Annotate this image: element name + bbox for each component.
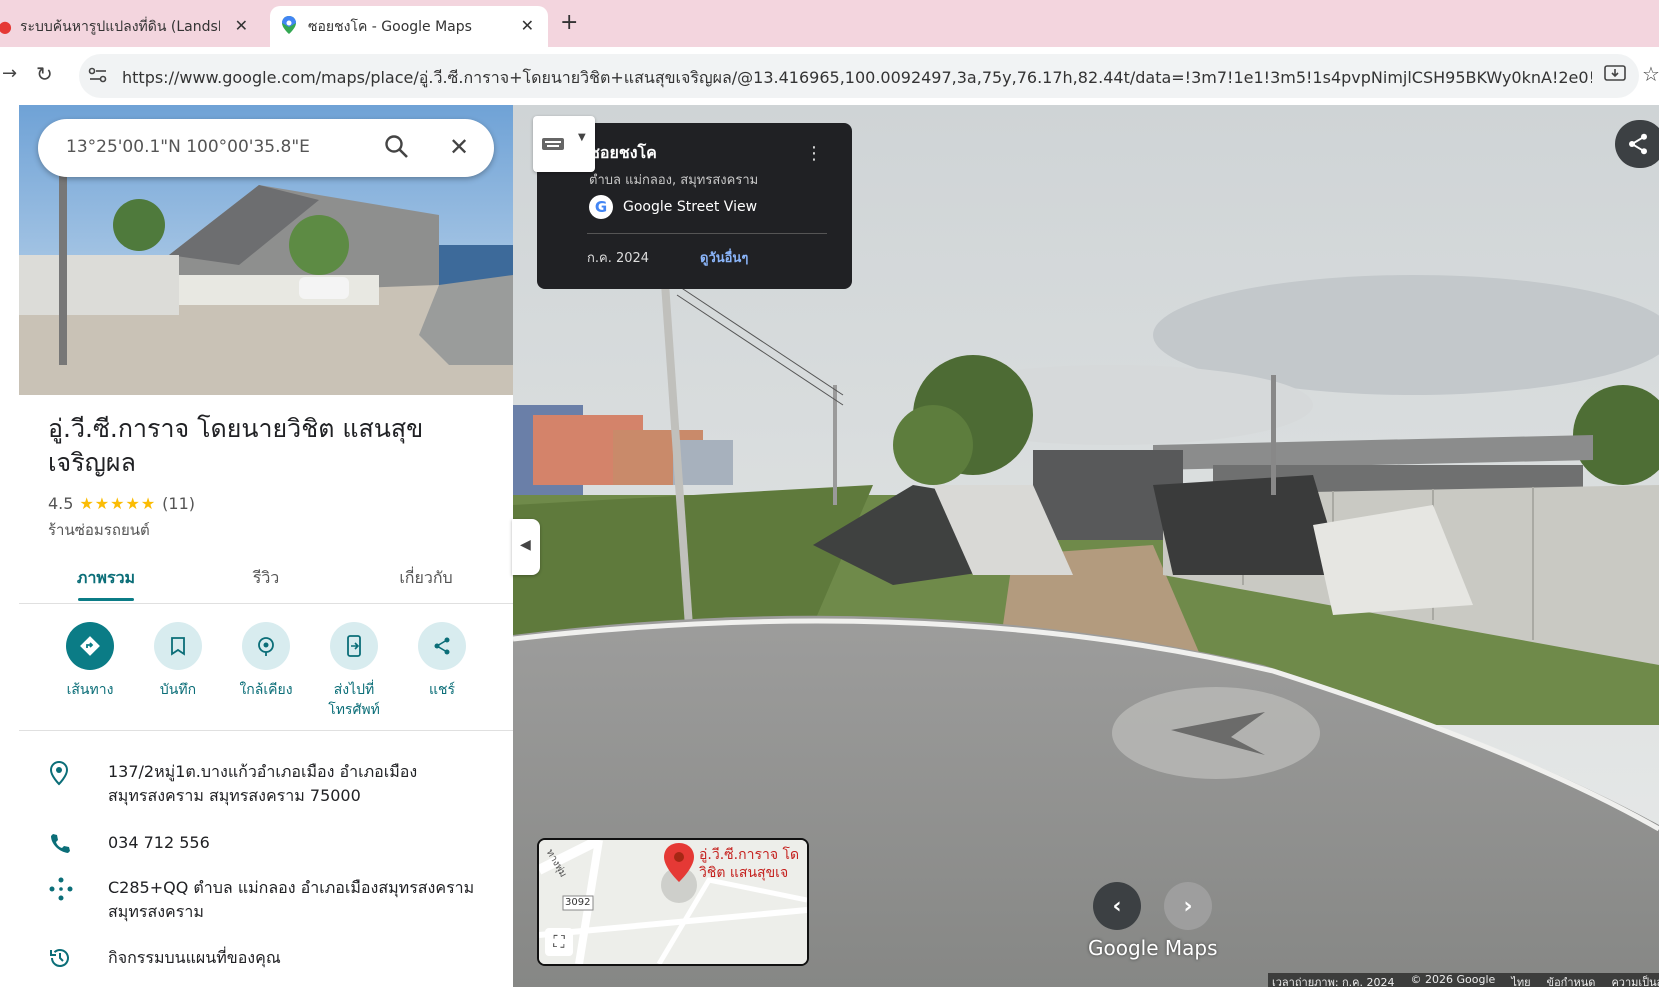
- share-icon: [418, 622, 466, 670]
- close-tab-icon[interactable]: ✕: [521, 16, 534, 35]
- activity-row[interactable]: กิจกรรมบนแผนที่ของคุณ: [48, 946, 488, 974]
- activity-text: กิจกรรมบนแผนที่ของคุณ: [108, 948, 281, 967]
- send-to-phone-button[interactable]: ส่งไปที่ โทรศัพท์: [314, 622, 394, 720]
- action-label: บันทึก: [159, 682, 197, 698]
- google-maps-icon: [282, 15, 296, 38]
- action-label: เส้นทาง: [66, 682, 114, 698]
- chevron-left-icon: ‹: [1112, 893, 1122, 919]
- keyboard-shortcuts-button[interactable]: ▼: [533, 116, 595, 172]
- tab-title: ซอยชงโค - Google Maps: [308, 18, 472, 35]
- tab-google-maps[interactable]: ซอยชงโค - Google Maps ✕: [270, 6, 548, 47]
- chevron-left-icon: ◀: [520, 537, 531, 553]
- divider: [19, 730, 513, 731]
- place-category[interactable]: ร้านซ่อมรถยนต์: [48, 518, 150, 542]
- tab-overview[interactable]: ภาพรวม: [60, 566, 152, 591]
- share-button[interactable]: แชร์: [402, 622, 482, 700]
- address-row[interactable]: 137/2หมู่1ต.บางแก้วอำเภอเมือง อำเภอเมือง…: [48, 760, 488, 808]
- chevron-down-icon[interactable]: ▼: [578, 132, 586, 143]
- plus-code-row[interactable]: C285+QQ ตำบล แม่กลอง อำเภอเมืองสมุทรสงคร…: [48, 876, 488, 924]
- reload-icon[interactable]: ↻: [36, 62, 53, 86]
- see-other-dates-link[interactable]: ดูวันอื่นๆ: [700, 247, 748, 268]
- site-info-icon[interactable]: [88, 66, 108, 88]
- card-source: Google Street View: [623, 199, 758, 215]
- bookmark-star-icon[interactable]: ☆: [1642, 62, 1659, 86]
- active-tab-indicator: [78, 598, 134, 601]
- place-title: อู่.วี.ซี.การาจ โดยนายวิชิต แสนสุข เจริญ…: [48, 414, 424, 477]
- location-pin-icon: [48, 760, 108, 808]
- plus-code-text: C285+QQ ตำบล แม่กลอง อำเภอเมืองสมุทรสงคร…: [108, 878, 475, 921]
- phone-icon: [48, 831, 108, 859]
- bookmark-icon: [154, 622, 202, 670]
- rating-value: 4.5: [48, 494, 74, 513]
- tab-reviews[interactable]: รีวิว: [220, 566, 312, 591]
- google-logo-icon: G: [589, 195, 613, 219]
- nearby-icon: [242, 622, 290, 670]
- share-icon: [1629, 133, 1647, 155]
- action-label: แชร์: [428, 682, 456, 698]
- next-button[interactable]: ›: [1164, 882, 1212, 930]
- save-button[interactable]: บันทึก: [138, 622, 218, 700]
- new-tab-icon[interactable]: +: [560, 10, 578, 35]
- card-date: ก.ค. 2024: [587, 251, 650, 266]
- divider: [587, 233, 827, 234]
- language-link[interactable]: ไทย: [1511, 973, 1530, 987]
- directions-icon: [66, 622, 114, 670]
- expand-icon[interactable]: ⛶: [545, 928, 573, 956]
- minimap-place-label: อู่.วี.ซี.การาจ โด วิชิต แสนสุขเจ: [699, 846, 799, 882]
- close-icon[interactable]: ✕: [449, 133, 469, 161]
- share-button-floating[interactable]: [1615, 120, 1659, 168]
- history-icon: [48, 946, 108, 974]
- keyboard-icon: [542, 138, 564, 150]
- browser-tab-bar: ● ระบบค้นหารูปแปลงที่ดิน (LandsMap ✕ ซอย…: [0, 0, 1659, 47]
- capture-date: เวลาถ่ายภาพ: ก.ค. 2024: [1272, 976, 1395, 987]
- address-text: 137/2หมู่1ต.บางแก้วอำเภอเมือง อำเภอเมือง…: [108, 762, 418, 805]
- review-count[interactable]: (11): [162, 494, 195, 513]
- send-to-phone-icon: [330, 622, 378, 670]
- more-options-icon[interactable]: ⋮: [805, 143, 823, 164]
- road-number: 3092: [565, 897, 591, 908]
- tab-about[interactable]: เกี่ยวกับ: [380, 566, 472, 591]
- previous-button[interactable]: ‹: [1093, 882, 1141, 930]
- map-pin-icon: ●: [0, 17, 12, 36]
- privacy-link[interactable]: ความเป็นส่วนตัว: [1611, 973, 1659, 987]
- action-label: ใกล้เคียง: [239, 682, 293, 698]
- terms-link[interactable]: ข้อกำหนด: [1547, 973, 1596, 987]
- mini-map[interactable]: อู่.วี.ซี.การาจ โด วิชิต แสนสุขเจ 3092 ท…: [537, 838, 809, 966]
- left-edge-rail: [0, 105, 20, 987]
- attribution-footer: เวลาถ่ายภาพ: ก.ค. 2024 © 2026 Google ไทย…: [1268, 973, 1659, 987]
- forward-icon[interactable]: →: [2, 63, 17, 84]
- copyright: © 2026 Google: [1410, 973, 1496, 986]
- collapse-panel-button[interactable]: ◀: [512, 519, 540, 575]
- google-maps-logo: Google Maps: [1088, 936, 1218, 960]
- install-app-icon[interactable]: [1604, 64, 1626, 88]
- rating-row[interactable]: 4.5 ★★★★★ (11): [48, 494, 195, 513]
- phone-text: 034 712 556: [108, 833, 210, 852]
- action-label: ส่งไปที่ โทรศัพท์: [328, 682, 380, 718]
- close-tab-icon[interactable]: ✕: [235, 16, 248, 35]
- minimap-label-line: อู่.วี.ซี.การาจ โด: [699, 847, 800, 863]
- search-input[interactable]: 13°25'00.1"N 100°00'35.8"E: [66, 137, 310, 157]
- card-title: ซอยชงโค: [589, 143, 657, 162]
- nearby-button[interactable]: ใกล้เคียง: [226, 622, 306, 700]
- phone-row[interactable]: 034 712 556: [48, 831, 488, 859]
- divider: [19, 603, 513, 604]
- plus-code-icon: [48, 876, 108, 924]
- minimap-label-line: วิชิต แสนสุขเจ: [699, 865, 789, 881]
- search-icon[interactable]: [384, 134, 410, 164]
- chevron-right-icon: ›: [1183, 893, 1193, 919]
- tab-landsmap[interactable]: ● ระบบค้นหารูปแปลงที่ดิน (LandsMap ✕: [0, 6, 262, 47]
- star-rating-icon: ★★★★★: [79, 494, 157, 513]
- url-text[interactable]: https://www.google.com/maps/place/อู่.วี…: [122, 66, 1592, 91]
- card-subtitle: ตำบล แม่กลอง, สมุทรสงคราม: [589, 173, 759, 188]
- directions-button[interactable]: เส้นทาง: [50, 622, 130, 700]
- tab-title: ระบบค้นหารูปแปลงที่ดิน (LandsMap: [19, 18, 220, 35]
